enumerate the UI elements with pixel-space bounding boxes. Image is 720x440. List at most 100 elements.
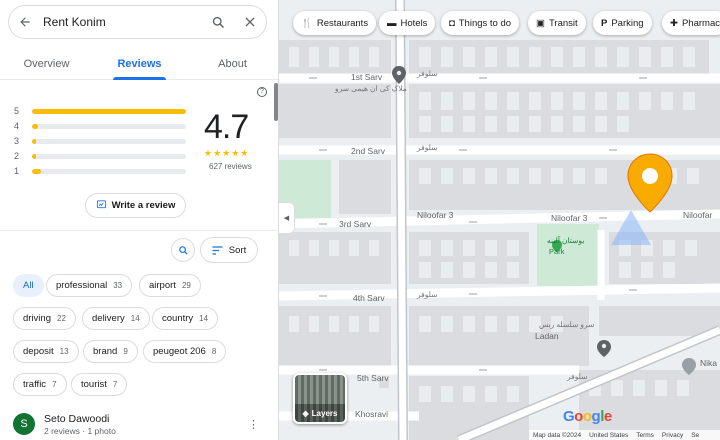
map-data-attribution[interactable]: Map data ©2024 [533, 432, 581, 439]
rating-bar-row[interactable]: 4 [14, 120, 186, 132]
chip-count: 7 [112, 380, 118, 389]
rating-bar [32, 123, 186, 129]
close-icon[interactable] [234, 6, 266, 38]
more-options-icon[interactable]: ⋮ [248, 418, 259, 431]
region-link[interactable]: United States [589, 432, 628, 439]
tab-reviews[interactable]: Reviews [93, 50, 186, 80]
sort-icon [212, 245, 223, 255]
help-icon[interactable]: ? [257, 87, 267, 97]
chip-count: 13 [59, 347, 69, 356]
reviewer-meta: 2 reviews · 1 photo [44, 426, 116, 436]
search-box[interactable]: Rent Konim [8, 5, 267, 39]
rating-bar [32, 138, 186, 144]
chip-brand[interactable]: brand 9 [83, 340, 138, 363]
place-label-fa: سرو سلسله ربس [539, 320, 595, 329]
chip-transit[interactable]: ▣ Transit [528, 11, 586, 35]
pill-icon: ✚ [670, 17, 678, 29]
rating-bar-row[interactable]: 3 [14, 135, 186, 147]
street-label-fa: سلوفر [417, 69, 438, 78]
bed-icon: ▬ [387, 17, 397, 29]
park-label: Park [549, 247, 565, 256]
camera-icon: ◘ [449, 17, 455, 29]
tab-overview[interactable]: Overview [0, 50, 93, 79]
logo-letter: G [563, 408, 575, 425]
place-panel: Rent Konim Overview Reviews About ? 5 4 … [0, 0, 279, 440]
rating-bar-fill [32, 138, 36, 144]
rating-bar-label: 2 [14, 151, 20, 161]
chip-label: All [23, 280, 34, 291]
divider [0, 230, 278, 231]
bus-icon: ▣ [536, 17, 545, 29]
chip-label: driving [23, 313, 51, 324]
terms-link[interactable]: Terms [636, 432, 654, 439]
rating-bar-row[interactable]: 1 [14, 165, 186, 177]
logo-letter: g [591, 408, 601, 425]
avatar[interactable]: S [13, 413, 35, 435]
street-label: 3rd Sarv [339, 219, 372, 229]
rating-bar-fill [32, 168, 42, 174]
search-input[interactable]: Rent Konim [41, 15, 202, 29]
street-label: 5th Sarv [357, 373, 389, 383]
google-logo: Google [563, 408, 612, 425]
chip-things-to-do[interactable]: ◘ Things to do [441, 11, 520, 35]
chip-label: peugeot 206 [153, 346, 206, 357]
rating-bar-fill [32, 123, 39, 129]
search-reviews-button[interactable] [171, 238, 195, 262]
chip-delivery[interactable]: delivery 14 [82, 307, 150, 330]
street-label: 1st Sarv [351, 72, 383, 82]
collapse-panel-button[interactable]: ◀ [279, 202, 295, 234]
map-canvas[interactable]: 🍴 Restaurants ▬ Hotels ◘ Things to do ▣ Tran… [279, 0, 720, 440]
street-label: Niloofar [683, 210, 713, 220]
rating-bar-label: 5 [14, 106, 20, 116]
street-label: Khosravi [355, 409, 389, 419]
chip-label: tourist [81, 379, 107, 390]
chip-traffic[interactable]: traffic 7 [13, 373, 67, 396]
star-rating-icon: ★★★★★ [204, 148, 250, 158]
chip-driving[interactable]: driving 22 [13, 307, 76, 330]
search-icon [178, 245, 188, 255]
sort-button[interactable]: Sort [200, 237, 258, 263]
map-footer: Map data ©2024 United States Terms Priva… [529, 430, 720, 440]
reviewer-name[interactable]: Seto Dawoodi [44, 413, 109, 425]
chip-restaurants[interactable]: 🍴 Restaurants [293, 11, 377, 35]
review-count[interactable]: 627 reviews [209, 162, 252, 171]
tab-about[interactable]: About [186, 50, 278, 79]
logo-letter: o [582, 408, 592, 425]
average-rating: 4.7 [204, 108, 249, 146]
edit-review-icon [96, 199, 107, 213]
category-label: Pharmac [681, 17, 720, 29]
chip-country[interactable]: country 14 [152, 307, 219, 330]
chip-all[interactable]: All [13, 274, 44, 297]
park-area [537, 224, 599, 286]
chip-label: traffic [23, 379, 47, 390]
back-arrow-icon[interactable] [9, 6, 41, 38]
chip-deposit[interactable]: deposit 13 [13, 340, 79, 363]
chip-count: 8 [211, 347, 217, 356]
place-tabs: Overview Reviews About [0, 50, 278, 80]
privacy-link[interactable]: Privacy [662, 432, 683, 439]
rating-bar-label: 3 [14, 136, 20, 146]
chip-label: airport [149, 280, 176, 291]
scrollbar-thumb[interactable] [274, 83, 278, 121]
chip-airport[interactable]: airport 29 [139, 274, 201, 297]
layers-button[interactable]: ◈ Layers [293, 373, 347, 424]
write-review-button[interactable]: Write a review [85, 193, 186, 218]
send-feedback-link[interactable]: Se [691, 432, 699, 439]
category-label: Parking [611, 17, 644, 29]
chip-tourist[interactable]: tourist 7 [71, 373, 128, 396]
street-label-fa: سلوفر [417, 143, 438, 152]
street-label-fa: سلوفر [417, 290, 438, 299]
rating-bar-row[interactable]: 5 [14, 105, 186, 117]
search-icon[interactable] [202, 6, 234, 38]
map-pin-icon[interactable] [597, 340, 611, 357]
chip-label: brand [93, 346, 118, 357]
category-label: Transit [548, 17, 578, 29]
rating-bar-row[interactable]: 2 [14, 150, 186, 162]
chip-parking[interactable]: P Parking [593, 11, 652, 35]
chip-peugeot-206[interactable]: peugeot 206 8 [143, 340, 227, 363]
fork-knife-icon: 🍴 [301, 17, 313, 29]
chip-professional[interactable]: professional 33 [46, 274, 133, 297]
chip-hotels[interactable]: ▬ Hotels [379, 11, 436, 35]
chip-count: 33 [113, 281, 123, 290]
chip-pharmacy[interactable]: ✚ Pharmac [662, 11, 720, 35]
